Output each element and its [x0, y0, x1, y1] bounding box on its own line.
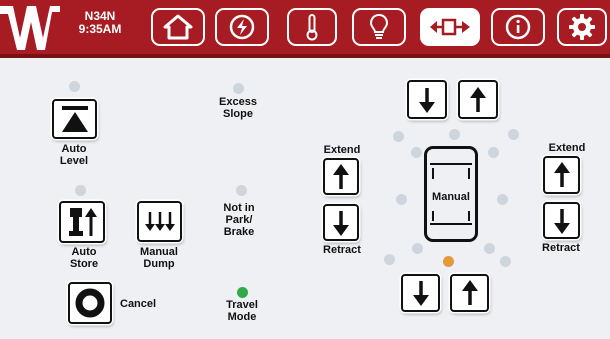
- not-in-park-indicator: [236, 185, 247, 196]
- arrow-down-icon: [553, 208, 570, 234]
- thermometer-icon: [306, 14, 318, 41]
- nav-bar-underline: [0, 54, 610, 58]
- travel-mode-label: Travel Mode: [226, 299, 258, 323]
- nav-generator-button[interactable]: [215, 8, 269, 46]
- auto-level-icon: [61, 106, 88, 132]
- jack-dot-mid-left: [396, 194, 407, 205]
- manual-label: Manual: [432, 191, 470, 203]
- top-nav-bar: N34N 9:35AM: [0, 0, 610, 58]
- slide-out-icon: [430, 18, 470, 36]
- auto-level-button[interactable]: [52, 99, 97, 139]
- retract-right-button[interactable]: [543, 202, 580, 239]
- arrow-up-icon: [333, 163, 349, 189]
- arrow-up-icon: [553, 162, 570, 187]
- excess-slope-indicator: [233, 83, 244, 94]
- bottom-retract-button[interactable]: [401, 274, 440, 312]
- lightbulb-icon: [369, 13, 389, 39]
- leveling-screen: N34N 9:35AM Auto Level Auto Store Manual…: [0, 0, 610, 339]
- nav-info-button[interactable]: [491, 8, 545, 46]
- gear-icon: [569, 14, 595, 40]
- not-in-park-label: Not in Park/ Brake: [223, 202, 255, 238]
- extend-left-label: Extend: [323, 144, 361, 156]
- auto-store-indicator: [75, 185, 86, 196]
- retract-left-button[interactable]: [323, 204, 359, 241]
- extend-left-button[interactable]: [323, 158, 359, 195]
- manual-dump-button[interactable]: [137, 201, 182, 242]
- arrow-up-icon: [470, 86, 486, 112]
- jack-dot-top-left-outer: [393, 131, 404, 142]
- manual-dump-label: Manual Dump: [140, 246, 178, 270]
- excess-slope-label: Excess Slope: [219, 96, 257, 120]
- auto-level-label: Auto Level: [59, 143, 89, 167]
- nav-temperature-button[interactable]: [287, 8, 337, 46]
- auto-store-label: Auto Store: [69, 246, 99, 270]
- status-time: 9:35AM: [78, 22, 122, 36]
- nav-home-button[interactable]: [151, 8, 205, 46]
- nav-settings-button[interactable]: [557, 8, 607, 46]
- cancel-button[interactable]: [68, 282, 112, 324]
- arrow-down-icon: [419, 87, 435, 113]
- nav-lights-button[interactable]: [352, 8, 406, 46]
- front-jack-indicator: [443, 256, 454, 267]
- jack-dot-top-left-inner: [411, 147, 422, 158]
- arrow-up-icon: [461, 280, 478, 305]
- arrow-down-icon: [333, 210, 349, 236]
- cancel-icon: [75, 288, 105, 318]
- nav-leveling-button[interactable]: [420, 8, 480, 46]
- travel-mode-indicator: [237, 287, 248, 298]
- auto-store-icon: [69, 208, 97, 236]
- retract-right-label: Retract: [542, 242, 580, 254]
- jack-dot-bottom-right-inner: [484, 243, 495, 254]
- auto-level-indicator: [69, 81, 80, 92]
- home-icon: [163, 14, 193, 40]
- lightning-circle-icon: [229, 14, 255, 40]
- jack-dot-bottom-left-inner: [412, 243, 423, 254]
- bottom-extend-button[interactable]: [450, 274, 489, 312]
- auto-store-button[interactable]: [59, 201, 105, 243]
- manual-dump-icon: [144, 211, 175, 231]
- info-icon: [505, 14, 531, 40]
- jack-dot-top-right-outer: [508, 129, 519, 140]
- top-retract-button[interactable]: [407, 80, 447, 119]
- jack-dot-bottom-right-outer: [500, 256, 511, 267]
- status-readout: N34N 9:35AM: [60, 10, 140, 36]
- cancel-label: Cancel: [120, 298, 157, 310]
- extend-right-label: Extend: [548, 142, 586, 154]
- brand-logo: [0, 6, 60, 50]
- jack-dot-top-right-inner: [488, 147, 499, 158]
- manual-coach-button[interactable]: Manual: [424, 146, 478, 242]
- retract-left-label: Retract: [323, 244, 361, 256]
- top-extend-button[interactable]: [458, 80, 498, 119]
- arrow-down-icon: [412, 281, 429, 306]
- jack-dot-top-center: [449, 129, 460, 140]
- jack-dot-bottom-left-outer: [384, 254, 395, 265]
- extend-right-button[interactable]: [543, 156, 580, 194]
- jack-dot-mid-right: [497, 194, 508, 205]
